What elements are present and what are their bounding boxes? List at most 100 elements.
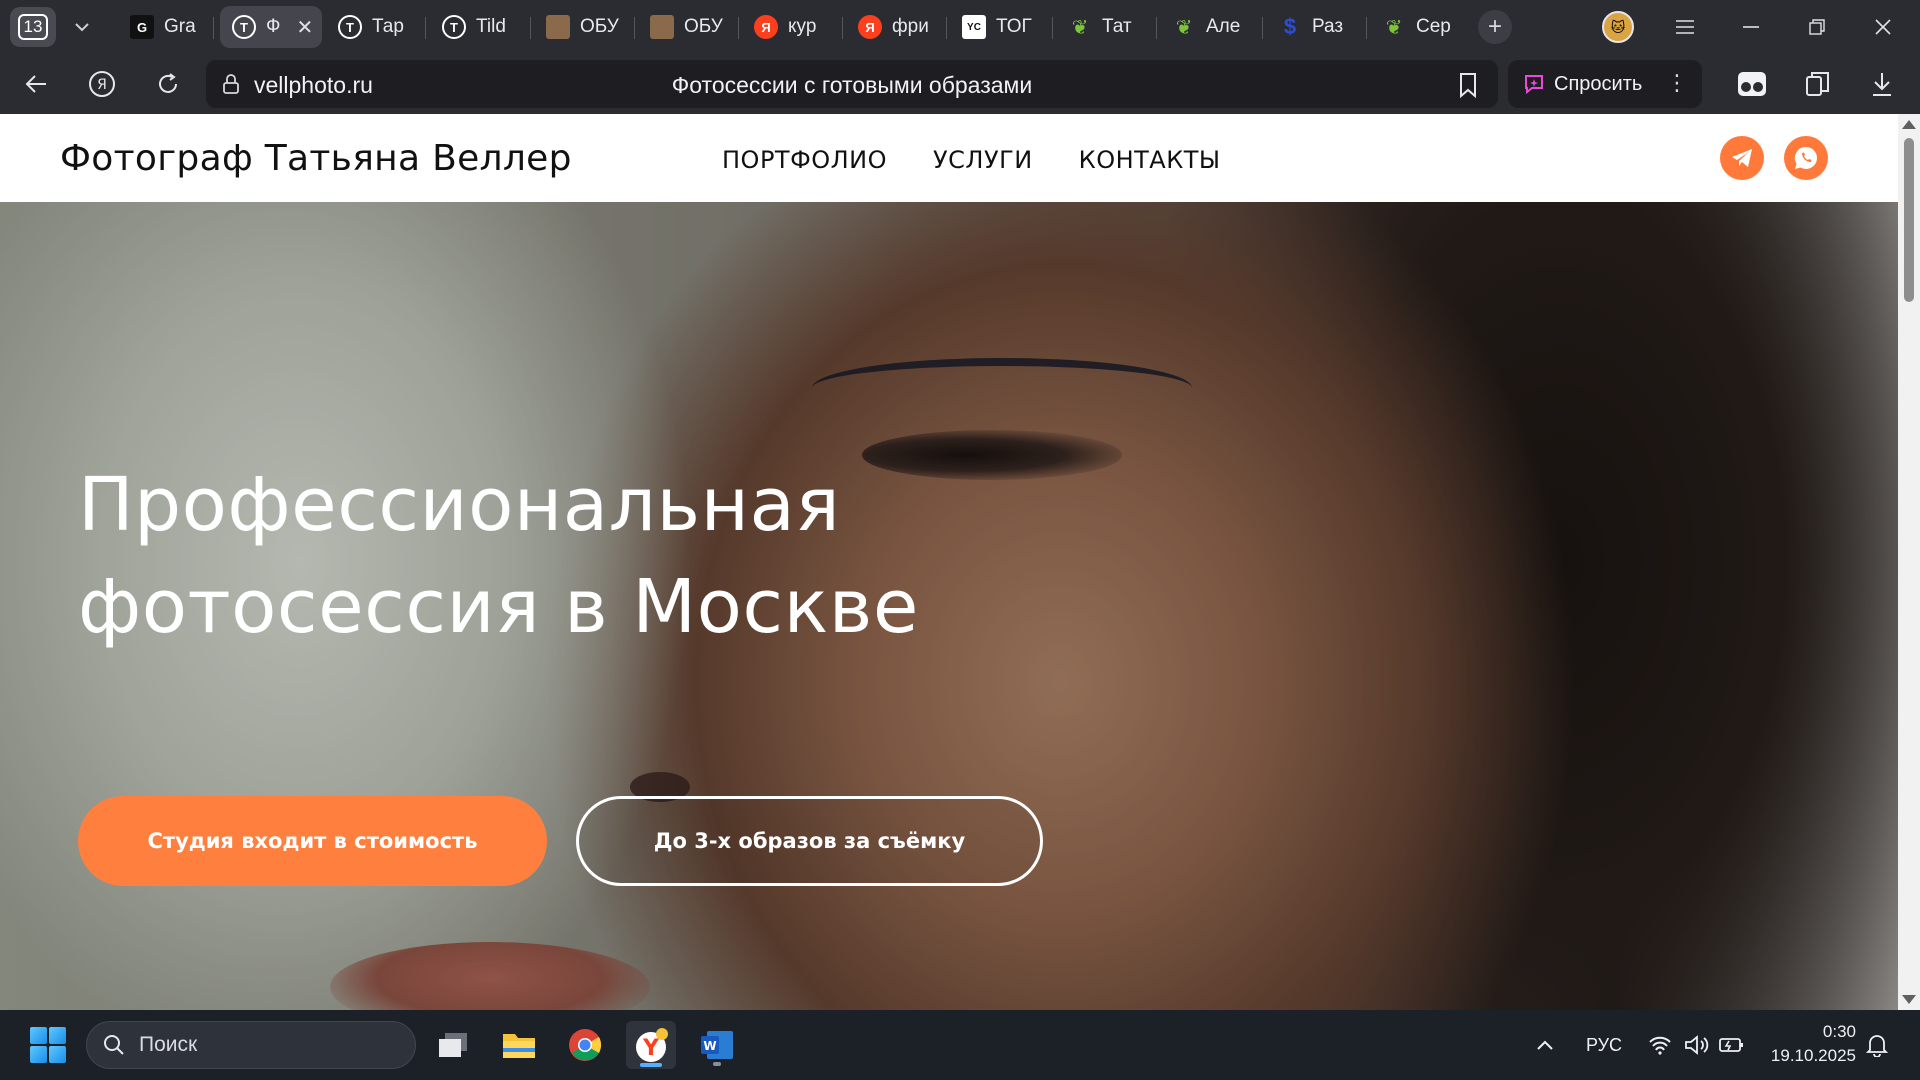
- green-leaf-favicon-icon: ❦: [1071, 16, 1089, 39]
- tab-separator: [842, 17, 843, 39]
- browser-tab-strip: 13 G Gra T Ф ✕ T Тар T Tild ОБУ ОБУ Я ку…: [0, 0, 1920, 54]
- new-tab-button[interactable]: +: [1478, 10, 1512, 44]
- address-bar[interactable]: vellphoto.ru Фотосессии с готовыми образ…: [206, 60, 1498, 108]
- tab-label: Ф: [266, 16, 281, 37]
- menu-item-portfolio[interactable]: ПОРТФОЛИО: [722, 146, 887, 174]
- yandex-favicon-icon: Я: [754, 15, 778, 39]
- tab-label: Сер: [1416, 16, 1451, 37]
- more-vertical-icon[interactable]: ⋮: [1666, 70, 1688, 96]
- browser-tab[interactable]: T Тар: [326, 6, 422, 48]
- hero-title-line-1: Профессиональная: [78, 462, 841, 548]
- notifications-button[interactable]: [1866, 1010, 1888, 1080]
- task-view-button[interactable]: [428, 1021, 478, 1069]
- studio-included-button[interactable]: Студия входит в стоимость: [78, 796, 547, 886]
- taskbar-clock[interactable]: 0:30 19.10.2025: [1760, 1020, 1856, 1068]
- tab-label: фри: [892, 16, 929, 37]
- hero-title: Профессиональная фотосессия в Москве: [78, 454, 978, 658]
- tab-label: ТОГ: [996, 16, 1032, 37]
- browser-tab[interactable]: ❦ Але: [1160, 6, 1260, 48]
- download-icon: [1873, 73, 1891, 96]
- scroll-down-arrow-icon[interactable]: [1902, 995, 1916, 1004]
- tab-label: Тар: [372, 16, 404, 37]
- profile-avatar[interactable]: 🐱: [1602, 11, 1634, 43]
- browser-tab[interactable]: G Gra: [118, 6, 204, 48]
- reader-mode-button[interactable]: [1736, 68, 1768, 100]
- three-looks-button[interactable]: До 3-х образов за съёмку: [576, 796, 1043, 886]
- ask-alice-button[interactable]: Спросить ⋮: [1508, 60, 1702, 108]
- browser-tab[interactable]: $ Раз: [1266, 6, 1364, 48]
- wifi-icon[interactable]: [1648, 1010, 1672, 1080]
- language-indicator[interactable]: РУС: [1586, 1010, 1622, 1080]
- scrollbar-thumb[interactable]: [1904, 138, 1914, 302]
- yandex-home-button[interactable]: Я: [84, 66, 120, 102]
- running-app-indicator: [713, 1062, 721, 1066]
- clock-time: 0:30: [1822, 1022, 1856, 1041]
- tilda-favicon-icon: T: [232, 15, 256, 39]
- yandex-browser-button[interactable]: Y: [626, 1021, 676, 1069]
- site-logo[interactable]: Фотограф Татьяна Веллер: [60, 138, 572, 179]
- tab-label: Tild: [476, 16, 506, 37]
- svg-text:W: W: [703, 1039, 716, 1053]
- restore-icon: [1809, 19, 1825, 35]
- tab-separator: [1262, 17, 1263, 39]
- tab-separator: [213, 17, 214, 39]
- close-window-button[interactable]: [1858, 8, 1908, 46]
- minimize-button[interactable]: [1726, 8, 1776, 46]
- yandex-logo-icon: Я: [89, 71, 115, 97]
- close-icon: [1875, 19, 1891, 35]
- glasses-icon: [1738, 72, 1766, 96]
- tab-separator: [1156, 17, 1157, 39]
- page-scrollbar[interactable]: [1898, 114, 1920, 1010]
- tilda-favicon-icon: T: [338, 15, 362, 39]
- hero-section: Профессиональная фотосессия в Москве Сту…: [0, 202, 1898, 1010]
- browser-tab[interactable]: ОБУ: [534, 6, 630, 48]
- menu-item-services[interactable]: УСЛУГИ: [933, 146, 1033, 174]
- word-button[interactable]: W: [692, 1021, 742, 1069]
- green-leaf-favicon-icon: ❦: [1385, 16, 1403, 39]
- page-viewport: Фотограф Татьяна Веллер ПОРТФОЛИО УСЛУГИ…: [0, 114, 1898, 1010]
- windows-taskbar: Поиск Y W РУС 0:30 19.10.2025: [0, 1010, 1920, 1080]
- collections-button[interactable]: [1802, 68, 1834, 100]
- tab-count: 13: [18, 14, 48, 40]
- menu-item-contacts[interactable]: КОНТАКТЫ: [1079, 146, 1221, 174]
- show-hidden-icons-button[interactable]: [1536, 1010, 1554, 1080]
- browser-tab-active[interactable]: T Ф ✕: [220, 6, 322, 48]
- taskbar-search[interactable]: Поиск: [86, 1021, 416, 1069]
- browser-tab[interactable]: ❦ Сер: [1370, 6, 1470, 48]
- back-button[interactable]: [18, 66, 54, 102]
- windows-start-icon[interactable]: [30, 1027, 66, 1063]
- collections-icon: [1806, 72, 1829, 96]
- menu-button[interactable]: [1660, 8, 1710, 46]
- hamburger-icon: [1676, 20, 1694, 34]
- downloads-button[interactable]: [1866, 68, 1898, 100]
- tab-counter-button[interactable]: 13: [10, 7, 56, 47]
- close-tab-icon[interactable]: ✕: [296, 15, 313, 40]
- telegram-button[interactable]: [1720, 136, 1764, 180]
- reload-button[interactable]: [150, 66, 186, 102]
- active-app-indicator: [640, 1063, 662, 1067]
- bell-icon: [1866, 1035, 1888, 1057]
- tab-separator: [738, 17, 739, 39]
- chrome-button[interactable]: [560, 1021, 610, 1069]
- photo-favicon-icon: [650, 15, 674, 39]
- file-explorer-button[interactable]: [494, 1021, 544, 1069]
- plus-icon: +: [1487, 13, 1502, 40]
- folder-icon: [503, 1034, 535, 1058]
- svg-text:Я: Я: [97, 77, 107, 93]
- browser-tab[interactable]: YC ТОГ: [950, 6, 1050, 48]
- chevron-up-icon: [1537, 1040, 1553, 1050]
- chevron-down-icon[interactable]: [62, 10, 102, 44]
- browser-tab[interactable]: ОБУ: [638, 6, 734, 48]
- telegram-icon: [1732, 149, 1752, 167]
- volume-icon[interactable]: [1684, 1010, 1710, 1080]
- bookmark-icon[interactable]: [1456, 72, 1480, 98]
- browser-tab[interactable]: Я фри: [846, 6, 942, 48]
- battery-icon[interactable]: [1718, 1010, 1746, 1080]
- browser-tab[interactable]: Я кур: [742, 6, 838, 48]
- restore-button[interactable]: [1792, 8, 1842, 46]
- browser-tab[interactable]: T Tild: [430, 6, 526, 48]
- tilda-favicon-icon: T: [442, 15, 466, 39]
- scroll-up-arrow-icon[interactable]: [1902, 120, 1916, 129]
- whatsapp-button[interactable]: [1784, 136, 1828, 180]
- browser-tab[interactable]: ❦ Тат: [1056, 6, 1156, 48]
